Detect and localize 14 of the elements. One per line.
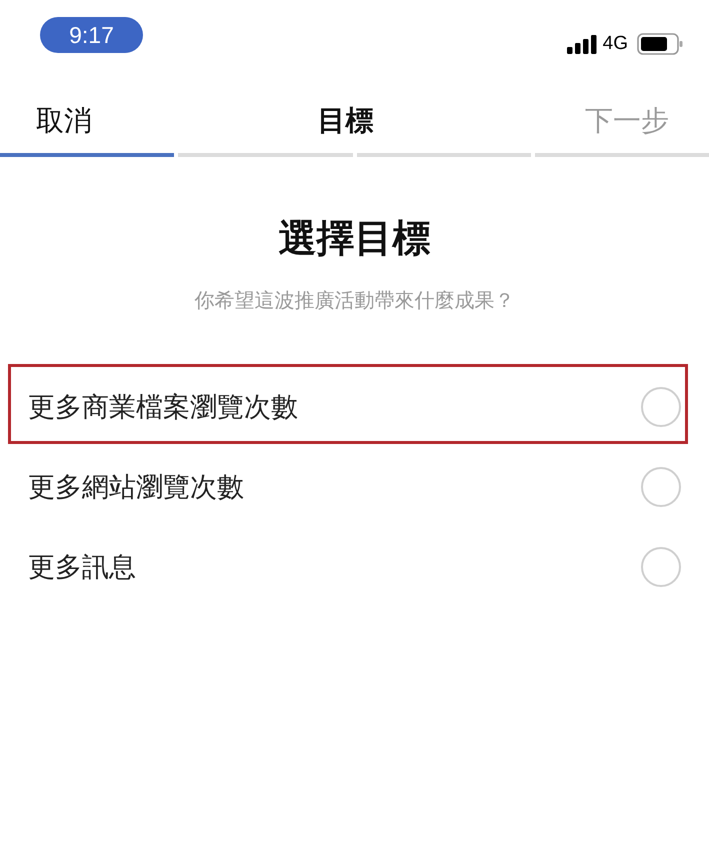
signal-icon (566, 34, 597, 54)
objective-option[interactable]: 更多網站瀏覽次數 (8, 444, 688, 524)
network-label: 4G (602, 33, 628, 55)
objective-option[interactable]: 更多商業檔案瀏覽次數 (8, 364, 688, 444)
cancel-button[interactable]: 取消 (30, 98, 98, 144)
objective-option[interactable]: 更多訊息 (8, 524, 688, 604)
radio-button[interactable] (641, 547, 681, 587)
radio-button[interactable] (641, 467, 681, 507)
battery-icon (637, 33, 683, 55)
page-heading: 選擇目標 (278, 217, 432, 262)
page-subheading: 你希望這波推廣活動帶來什麼成果？ (194, 289, 516, 314)
screen-title: 目標 (318, 104, 374, 138)
status-time: 9:17 (40, 17, 143, 53)
radio-button[interactable] (641, 387, 681, 427)
